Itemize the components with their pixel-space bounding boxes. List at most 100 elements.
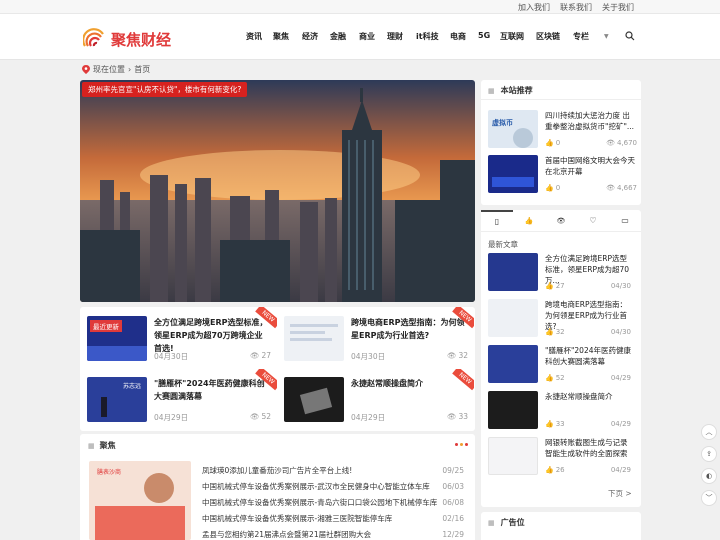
thumb-label: 苏志远	[123, 383, 142, 390]
nav-item-finance[interactable]: 金融	[330, 31, 359, 42]
nav-item-focus[interactable]: 聚焦	[273, 31, 302, 42]
latest-tabs: ▯ 👍 👁 ♡ ▭	[481, 210, 641, 232]
post-thumbnail	[284, 377, 344, 422]
nav-item-economy[interactable]: 经济	[302, 31, 330, 42]
nav-item-business[interactable]: 商业	[359, 31, 387, 42]
list-item[interactable]: 中国机械式停车设备优秀案例展示-青岛六街口口袋公园地下机械停车库 06/08	[202, 495, 464, 511]
recommend-item[interactable]: 首届中国网络文明大会今天在北京开幕 👍 0 👁 4,667	[488, 155, 637, 195]
nav-item-ecommerce[interactable]: 电商	[450, 31, 478, 42]
ads-heading: ▦ 广告位	[488, 517, 525, 528]
scroll-up-button[interactable]: ︿	[701, 424, 717, 440]
thumb-label: 虚拟币	[492, 119, 513, 127]
recommend-title[interactable]: 四川持续加大惩治力度 出重拳整治虚拟货币"挖矿"...	[545, 110, 637, 132]
hero-caption[interactable]: 郑州率先官宣"认房不认贷"，楼市有何新变化?	[82, 82, 248, 97]
more-chevron-icon[interactable]: ▼	[604, 33, 609, 40]
tab-views[interactable]: 👁	[545, 210, 577, 231]
focus-image[interactable]: 膳表沙商	[89, 461, 191, 540]
eye-icon: 👁	[556, 216, 566, 225]
focus-title: 聚焦	[99, 441, 116, 450]
theme-toggle-button[interactable]: ◐	[701, 468, 717, 484]
post-views: 27	[261, 351, 272, 360]
post-card[interactable]: 最近更新 全方位满足跨境ERP选型标准，领星ERP成为超70万跨境企业首选! 0…	[80, 307, 277, 369]
post-views: 33	[458, 412, 469, 421]
latest-item[interactable]: 跨境电商ERP选型指南：为何领星ERP成为行业首选? 👍 32 04/30	[488, 299, 636, 339]
breadcrumb-current: 现在位置	[93, 65, 125, 74]
nav-item-wealth[interactable]: 理财	[387, 31, 416, 42]
location-icon	[82, 65, 90, 74]
post-date: 04月29日	[351, 413, 386, 422]
likes-count: 32	[555, 328, 565, 336]
recommend-title[interactable]: 首届中国网络文明大会今天在北京开幕	[545, 155, 637, 177]
latest-date: 04/29	[610, 374, 631, 382]
hero-slider[interactable]	[80, 80, 475, 302]
grid-icon: ▦	[488, 86, 495, 95]
nav-item-it-tech[interactable]: it科技	[416, 31, 450, 42]
likes-count: 0	[555, 139, 561, 147]
recommend-item[interactable]: 虚拟币 四川持续加大惩治力度 出重拳整治虚拟货币"挖矿"... 👍 0 👁 4,67…	[488, 110, 637, 150]
latest-title[interactable]: "膳雁杯"2024年医药健康科创大赛圆满落幕	[545, 345, 633, 367]
heart-icon: ♡	[589, 216, 597, 225]
hero-image	[80, 80, 475, 302]
grid-icon: ▦	[488, 518, 495, 527]
slider-dots[interactable]	[455, 443, 468, 446]
comment-icon: ▭	[621, 216, 629, 225]
latest-title[interactable]: 永捷赵常顺操盘简介	[545, 391, 633, 402]
list-item[interactable]: 孟县与您相约第21届沸点会暨第21届社群团购大会 12/29	[202, 527, 464, 540]
recommend-thumbnail: 虚拟币	[488, 110, 538, 148]
latest-date: 04/30	[610, 282, 631, 290]
post-card[interactable]: 苏志远 "膳雁杯"2024年医药健康科创大赛圆满落幕 04月29日 👁 52 NE…	[80, 369, 277, 431]
eye-icon: 👁	[250, 351, 260, 360]
latest-item[interactable]: 网银转账截图生成与记录智能生成软件的全面探索 👍 26 04/29	[488, 437, 636, 477]
tab-favorites[interactable]: ♡	[577, 210, 609, 231]
join-us-link[interactable]: 加入我们	[518, 2, 550, 13]
post-date: 04月30日	[351, 352, 386, 361]
about-us-link[interactable]: 关于我们	[602, 2, 634, 13]
new-badge: NEW	[452, 307, 474, 329]
share-button[interactable]: ⇪	[701, 446, 717, 462]
thumbs-up-icon: 👍	[524, 216, 534, 225]
nav-item-column[interactable]: 专栏	[573, 31, 597, 42]
latest-thumbnail	[488, 345, 538, 383]
thumbs-up-icon: 👍	[545, 466, 554, 474]
new-badge: NEW	[255, 307, 277, 329]
logo-icon	[83, 28, 104, 47]
latest-title[interactable]: 网银转账截图生成与记录智能生成软件的全面探索	[545, 437, 633, 459]
search-icon[interactable]	[625, 31, 635, 41]
site-logo[interactable]: 聚焦财经	[83, 27, 193, 51]
nav-item-blockchain[interactable]: 区块链	[536, 31, 573, 42]
new-badge: NEW	[452, 369, 474, 391]
views-count: 4,670	[616, 139, 637, 147]
latest-thumbnail	[488, 391, 538, 429]
tab-comments[interactable]: ▭	[609, 210, 641, 231]
next-page-button[interactable]: 下页 >	[608, 488, 632, 499]
list-item[interactable]: 凤球瑛0添加儿童番茄沙司广告片全平台上线! 09/25	[202, 463, 464, 479]
share-icon: ⇪	[706, 450, 712, 458]
tab-latest[interactable]: ▯	[481, 210, 513, 231]
nav-item-news[interactable]: 资讯	[246, 31, 273, 42]
thumbs-up-icon: 👍	[545, 374, 554, 382]
post-thumbnail: 苏志远	[87, 377, 147, 422]
nav-item-5g[interactable]: 5G	[478, 31, 500, 42]
latest-date: 04/30	[610, 328, 631, 336]
likes-count: 0	[555, 184, 561, 192]
contact-us-link[interactable]: 联系我们	[560, 2, 592, 13]
post-date: 04月30日	[154, 352, 189, 361]
eye-icon: 👁	[447, 351, 457, 360]
contrast-icon: ◐	[705, 472, 713, 480]
latest-item[interactable]: 永捷赵常顺操盘简介 👍 33 04/29	[488, 391, 636, 431]
document-icon: ▯	[494, 217, 500, 226]
post-card[interactable]: 永捷赵常顺操盘简介 04月29日 👁 33 NEW	[277, 369, 474, 431]
breadcrumb-home[interactable]: 首页	[134, 64, 150, 75]
nav-item-internet[interactable]: 互联网	[500, 31, 536, 42]
post-card[interactable]: 跨境电商ERP选型指南：为何领星ERP成为行业首选? 04月30日 👁 32 NE…	[277, 307, 474, 369]
tab-likes[interactable]: 👍	[513, 210, 545, 231]
latest-item[interactable]: "膳雁杯"2024年医药健康科创大赛圆满落幕 👍 52 04/29	[488, 345, 636, 385]
likes-count: 52	[555, 374, 565, 382]
post-thumbnail: 最近更新	[87, 316, 147, 361]
list-item[interactable]: 中国机械式停车设备优秀案例展示-武汉市全民健身中心智能立体车库 06/03	[202, 479, 464, 495]
thumbs-up-icon: 👍	[545, 184, 554, 192]
latest-item[interactable]: 全方位满足跨境ERP选型标准，领星ERP成为超70万... 👍 27 04/30	[488, 253, 636, 293]
latest-thumbnail	[488, 253, 538, 291]
scroll-down-button[interactable]: ﹀	[701, 490, 717, 506]
list-item[interactable]: 中国机械式停车设备优秀案例展示-湘雅三医院智能停车库 02/16	[202, 511, 464, 527]
